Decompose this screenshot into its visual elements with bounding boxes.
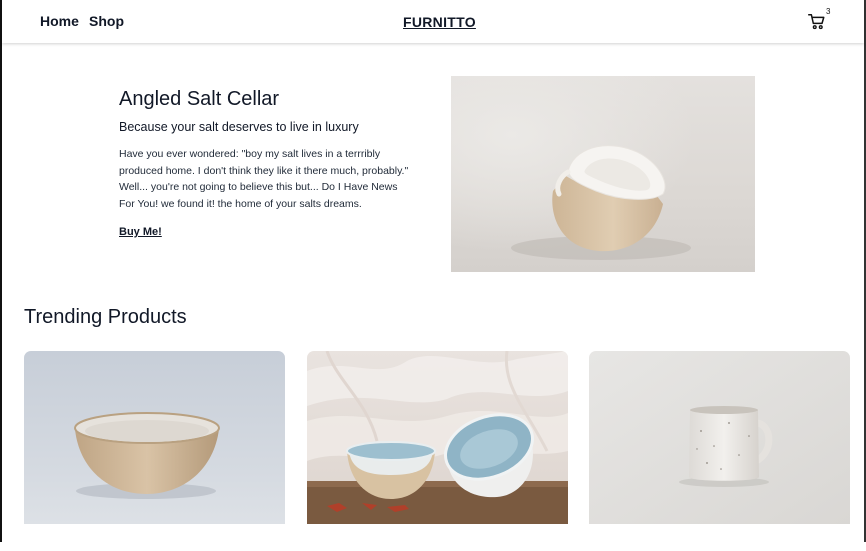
hero-subtitle: Because your salt deserves to live in lu…: [119, 120, 359, 134]
shopping-cart-icon: [808, 14, 825, 30]
product-image-blue-bowls: [307, 351, 568, 524]
brand-logo-link[interactable]: FURNITTO: [403, 14, 476, 30]
product-card-bowl[interactable]: [24, 351, 285, 551]
cart-button[interactable]: 3: [808, 7, 834, 34]
hero-title: Angled Salt Cellar: [119, 88, 280, 110]
product-image-speckled-mug: [589, 351, 850, 524]
hero-text-block: Angled Salt Cellar Because your salt des…: [119, 88, 419, 240]
product-image-speckled-bowl: [24, 351, 285, 524]
hero-description: Have you ever wondered: "boy my salt liv…: [119, 148, 409, 210]
nav-shop-link[interactable]: Shop: [89, 13, 124, 29]
buy-me-link[interactable]: Buy Me!: [119, 226, 162, 238]
trending-products-heading: Trending Products: [24, 306, 187, 328]
product-card-mug[interactable]: [589, 351, 850, 551]
top-navbar: Home Shop FURNITTO 3: [2, 0, 864, 43]
hero-product-image: [451, 76, 755, 272]
cart-count-badge: 3: [826, 7, 831, 16]
product-card-bowl-set[interactable]: [307, 351, 568, 551]
window-frame-left: [0, 0, 2, 542]
nav-home-link[interactable]: Home: [40, 13, 79, 29]
